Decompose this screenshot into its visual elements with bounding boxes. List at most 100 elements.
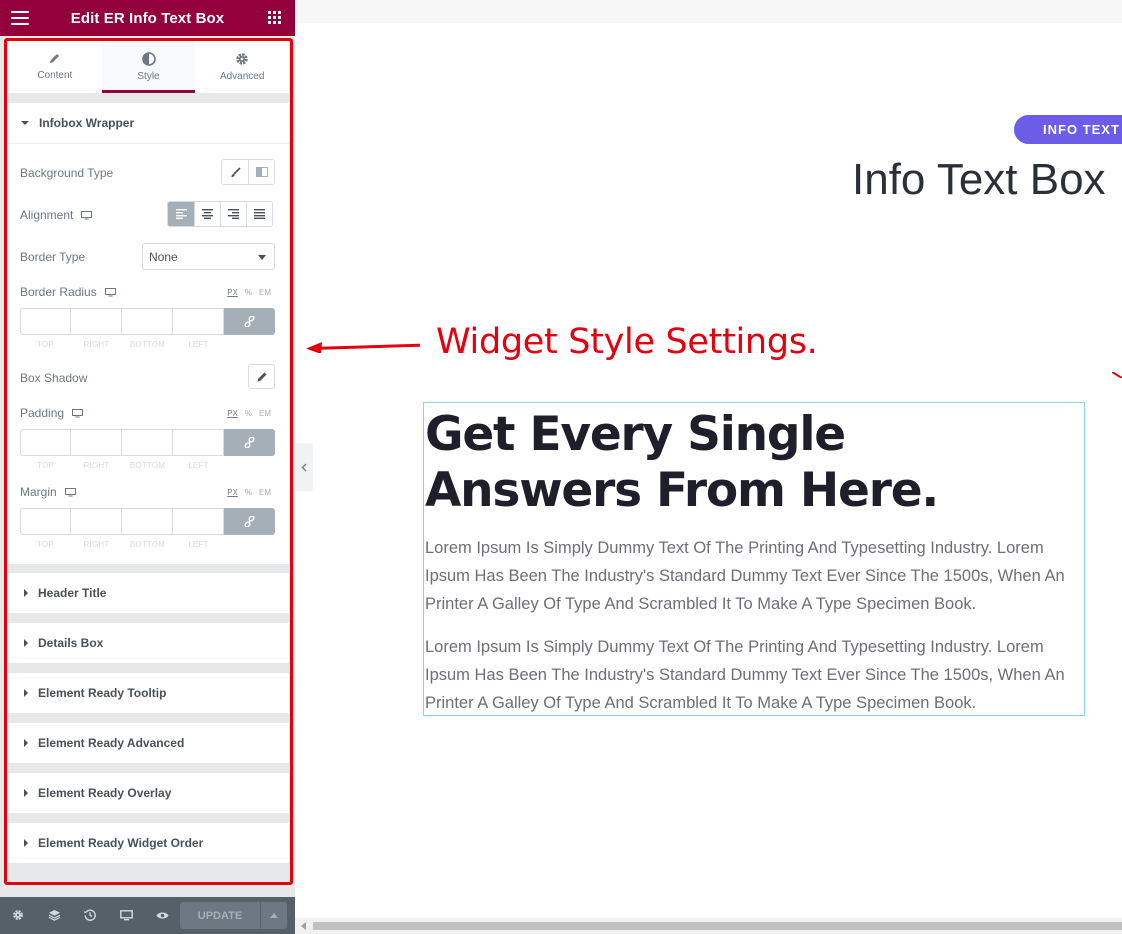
border-radius-right-input[interactable] bbox=[71, 308, 122, 335]
link-values-button[interactable] bbox=[224, 429, 275, 456]
margin-bottom-input[interactable] bbox=[122, 508, 173, 535]
layers-icon[interactable] bbox=[47, 908, 61, 922]
align-justify-button[interactable] bbox=[246, 202, 272, 226]
classic-brush-button[interactable] bbox=[222, 160, 248, 184]
link-values-button[interactable] bbox=[224, 308, 275, 335]
margin-top-input[interactable] bbox=[20, 508, 71, 535]
section-element-ready-tooltip[interactable]: Element Ready Tooltip bbox=[8, 673, 289, 713]
unit-px[interactable]: PX bbox=[227, 288, 238, 297]
unit-px[interactable]: PX bbox=[227, 488, 238, 497]
panel-header: Edit ER Info Text Box bbox=[0, 0, 295, 36]
chevron-up-icon bbox=[270, 913, 278, 918]
unit-percent[interactable]: % bbox=[245, 409, 252, 418]
chevron-left-icon bbox=[301, 463, 307, 471]
preview-top-strip bbox=[295, 0, 1122, 23]
padding-bottom-input[interactable] bbox=[122, 429, 173, 456]
section-element-ready-overlay[interactable]: Element Ready Overlay bbox=[8, 773, 289, 813]
border-radius-top-input[interactable] bbox=[20, 308, 71, 335]
box-shadow-edit-button[interactable] bbox=[248, 364, 275, 389]
pencil-icon bbox=[50, 54, 60, 63]
caret-right-icon bbox=[24, 839, 28, 847]
gradient-button[interactable] bbox=[248, 160, 274, 184]
widgets-grid-icon[interactable] bbox=[268, 11, 281, 24]
scrollbar-thumb[interactable] bbox=[313, 922, 1122, 930]
padding-dimension-labels: TOP RIGHT BOTTOM LEFT bbox=[37, 461, 209, 470]
section-element-ready-advanced[interactable]: Element Ready Advanced bbox=[8, 723, 289, 763]
caret-right-icon bbox=[24, 589, 28, 597]
border-type-label: Border Type bbox=[20, 250, 86, 264]
border-radius-left-input[interactable] bbox=[173, 308, 224, 335]
caret-right-icon bbox=[24, 639, 28, 647]
padding-right-input[interactable] bbox=[71, 429, 122, 456]
margin-label: Margin bbox=[20, 485, 76, 499]
margin-left-input[interactable] bbox=[173, 508, 224, 535]
unit-em[interactable]: EM bbox=[259, 288, 271, 297]
link-icon bbox=[244, 437, 255, 448]
caret-down-icon bbox=[21, 121, 29, 125]
preview-eye-icon[interactable] bbox=[155, 908, 169, 922]
align-left-button[interactable] bbox=[168, 202, 194, 226]
section-element-ready-widget-order[interactable]: Element Ready Widget Order bbox=[8, 823, 289, 863]
desktop-icon[interactable] bbox=[72, 408, 84, 418]
unit-em[interactable]: EM bbox=[259, 488, 271, 497]
border-type-select[interactable]: None bbox=[142, 243, 275, 270]
unit-em[interactable]: EM bbox=[259, 409, 271, 418]
link-values-button[interactable] bbox=[224, 508, 275, 535]
padding-left-input[interactable] bbox=[173, 429, 224, 456]
tab-content-label: Content bbox=[37, 70, 73, 81]
collapse-panel-button[interactable] bbox=[295, 443, 313, 491]
box-shadow-label: Box Shadow bbox=[20, 371, 88, 385]
unit-percent[interactable]: % bbox=[245, 488, 252, 497]
update-button[interactable]: UPDATE bbox=[180, 902, 260, 929]
margin-units: PX % EM bbox=[227, 488, 271, 497]
chevron-down-icon bbox=[258, 255, 266, 260]
scroll-left-icon[interactable] bbox=[301, 922, 306, 930]
border-radius-bottom-input[interactable] bbox=[122, 308, 173, 335]
tab-advanced-label: Advanced bbox=[219, 70, 265, 82]
caret-right-icon bbox=[24, 689, 28, 697]
history-icon[interactable] bbox=[83, 908, 97, 922]
background-type-choices bbox=[221, 159, 275, 185]
alignment-choices bbox=[167, 201, 273, 227]
padding-top-input[interactable] bbox=[20, 429, 71, 456]
desktop-icon[interactable] bbox=[64, 487, 76, 497]
info-paragraph-2: Lorem Ipsum Is Simply Dummy Text Of The … bbox=[425, 638, 1065, 712]
border-radius-units: PX % EM bbox=[227, 288, 271, 297]
settings-gear-icon[interactable] bbox=[11, 908, 25, 922]
tab-content[interactable]: Content bbox=[8, 40, 102, 93]
tab-style[interactable]: Style bbox=[101, 40, 196, 93]
align-left-icon bbox=[175, 209, 187, 219]
tab-style-label: Style bbox=[137, 70, 160, 82]
border-type-value: None bbox=[149, 249, 178, 264]
caret-right-icon bbox=[24, 739, 28, 747]
margin-inputs bbox=[20, 508, 275, 535]
update-options-button[interactable] bbox=[261, 902, 287, 929]
unit-percent[interactable]: % bbox=[245, 288, 252, 297]
brush-icon bbox=[231, 166, 241, 177]
horizontal-scrollbar[interactable] bbox=[295, 918, 1122, 934]
panel-tabs: Content Style Advanced bbox=[8, 40, 289, 93]
border-radius-dimension-labels: TOP RIGHT BOTTOM LEFT bbox=[37, 340, 209, 349]
align-right-icon bbox=[228, 209, 239, 219]
align-center-button[interactable] bbox=[194, 202, 220, 226]
align-right-button[interactable] bbox=[220, 202, 246, 226]
pencil-icon bbox=[257, 372, 266, 381]
link-icon bbox=[244, 316, 255, 327]
info-badge: INFO TEXT bbox=[1014, 115, 1122, 144]
align-center-icon bbox=[202, 209, 213, 219]
hamburger-menu-icon[interactable] bbox=[11, 11, 29, 25]
section-infobox-wrapper[interactable]: Infobox Wrapper bbox=[8, 103, 289, 143]
desktop-icon[interactable] bbox=[104, 287, 116, 297]
unit-px[interactable]: PX bbox=[227, 409, 238, 418]
padding-label: Padding bbox=[20, 406, 84, 420]
margin-right-input[interactable] bbox=[71, 508, 122, 535]
info-paragraph-1: Lorem Ipsum Is Simply Dummy Text Of The … bbox=[425, 539, 1065, 613]
desktop-icon[interactable] bbox=[81, 210, 93, 220]
section-header-title[interactable]: Header Title bbox=[8, 573, 289, 613]
responsive-desktop-icon[interactable] bbox=[119, 908, 133, 922]
section-details-box[interactable]: Details Box bbox=[8, 623, 289, 663]
info-text-box-widget[interactable]: Get Every Single Answers From Here. Lore… bbox=[423, 402, 1085, 716]
caret-right-icon bbox=[24, 789, 28, 797]
tab-advanced[interactable]: Advanced bbox=[195, 40, 289, 93]
background-type-label: Background Type bbox=[20, 166, 114, 180]
